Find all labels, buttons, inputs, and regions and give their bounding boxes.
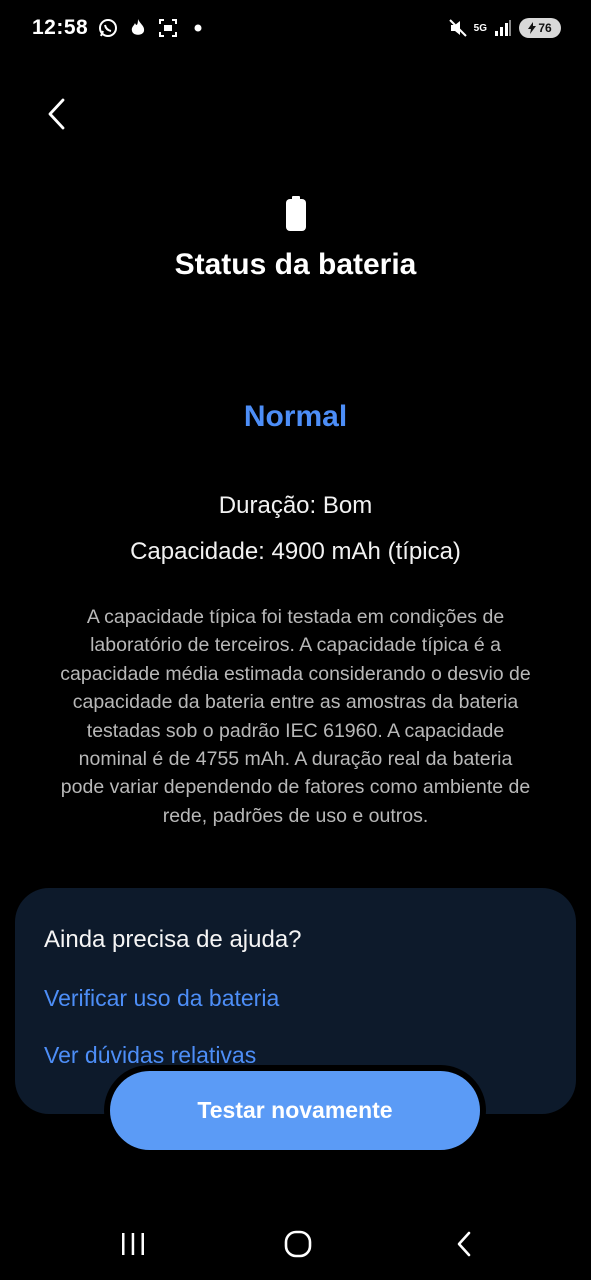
signal-icon [493, 18, 513, 38]
battery-charging-icon: 76 [519, 18, 561, 38]
back-button[interactable] [36, 92, 76, 136]
status-bar-left: 12:58 [32, 16, 208, 40]
home-button[interactable] [278, 1226, 318, 1262]
battery-capacity: Capacidade: 4900 mAh (típica) [130, 538, 461, 565]
recents-button[interactable] [113, 1226, 153, 1262]
network-label: 5G [473, 22, 487, 34]
battery-icon [0, 196, 591, 232]
battery-duration: Duração: Bom [218, 492, 373, 519]
related-questions-link[interactable]: Ver dúvidas relativas [44, 1042, 256, 1069]
battery-level: 76 [538, 21, 552, 35]
nav-back-button[interactable] [444, 1226, 484, 1262]
capacity-disclaimer: A capacidade típica foi testada em condi… [60, 606, 531, 827]
back-icon [457, 1231, 471, 1257]
notification-dot-icon [188, 18, 208, 38]
help-title: Ainda precisa de ajuda? [44, 926, 302, 953]
whatsapp-icon [98, 18, 118, 38]
mute-icon [448, 18, 468, 38]
status-time: 12:58 [32, 16, 89, 39]
page-title: Status da bateria [174, 248, 417, 281]
recents-icon [122, 1233, 144, 1255]
5g-icon: 5G [473, 22, 487, 34]
navigation-bar [0, 1214, 591, 1274]
battery-status-value: Normal [243, 400, 348, 433]
tinder-flame-icon [128, 18, 148, 38]
screenshot-icon [158, 18, 178, 38]
status-bar: 12:58 5G 76 [0, 0, 591, 56]
home-icon [284, 1230, 312, 1258]
retest-button[interactable]: Testar novamente [110, 1071, 480, 1150]
check-battery-usage-link[interactable]: Verificar uso da bateria [44, 985, 279, 1012]
battery-status-screen: 12:58 5G 76 Status da bateria Normal Dur… [0, 0, 591, 1280]
status-bar-right: 5G 76 [448, 18, 561, 38]
back-arrow-icon [48, 98, 65, 130]
